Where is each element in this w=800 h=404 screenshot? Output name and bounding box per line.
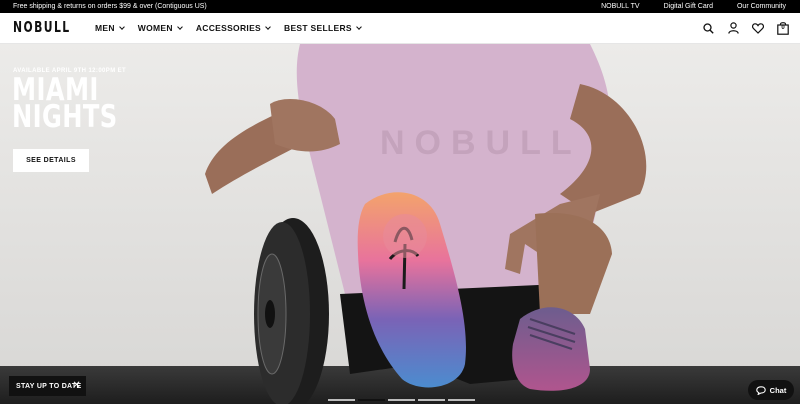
carousel-dot[interactable] (418, 399, 445, 401)
stay-up-to-date-button[interactable]: STAY UP TO DATE ✕ (9, 376, 86, 396)
carousel-dot[interactable] (388, 399, 415, 401)
header-icons: 0 (701, 20, 790, 36)
nav-women[interactable]: WOMEN (137, 23, 183, 33)
carousel-dot[interactable] (328, 399, 355, 401)
nav-accessories-label: ACCESSORIES (195, 23, 262, 33)
nav-accessories[interactable]: ACCESSORIES (195, 23, 271, 33)
nav-women-label: WOMEN (137, 23, 173, 33)
nav-best-sellers[interactable]: BEST SELLERS (284, 23, 362, 33)
chevron-down-icon (176, 23, 183, 30)
carousel-dot[interactable] (448, 399, 475, 401)
hero-title: MIAMI NIGHTS (12, 75, 118, 135)
announcement-bar: Free shipping & returns on orders $99 & … (0, 0, 800, 13)
nobull-tv-link[interactable]: NOBULL TV (601, 3, 640, 10)
chevron-down-icon (118, 23, 125, 30)
search-icon[interactable] (701, 20, 715, 36)
account-icon[interactable] (726, 20, 740, 36)
main-nav: MEN WOMEN ACCESSORIES BEST SELLERS (95, 23, 362, 33)
chat-button[interactable]: Chat (748, 380, 794, 400)
community-link[interactable]: Our Community (737, 3, 786, 10)
utility-links: NOBULL TV Digital Gift Card Our Communit… (577, 3, 786, 10)
close-icon[interactable]: ✕ (72, 380, 81, 391)
chevron-down-icon (356, 23, 362, 30)
nobull-logo[interactable]: NOBULL (13, 18, 71, 36)
see-details-button[interactable]: SEE DETAILS (13, 149, 89, 172)
chevron-down-icon (265, 23, 271, 30)
heart-icon[interactable] (751, 20, 765, 36)
bag-count: 0 (781, 25, 785, 31)
svg-text:NOBULL: NOBULL (380, 124, 582, 162)
site-header: NOBULL MEN WOMEN ACCESSORIES BEST SELLER… (0, 13, 800, 44)
hero-banner[interactable]: NOBULL AVAILABLE APRIL 9TH 12:00PM ET MI… (0, 44, 800, 404)
carousel-indicators (328, 399, 475, 401)
hero-image: NOBULL (0, 44, 800, 404)
bag-icon[interactable]: 0 (776, 20, 790, 36)
nav-best-sellers-label: BEST SELLERS (284, 23, 352, 33)
gift-card-link[interactable]: Digital Gift Card (664, 3, 713, 10)
nav-men-label: MEN (95, 23, 115, 33)
shipping-message: Free shipping & returns on orders $99 & … (13, 3, 207, 10)
carousel-dot-active[interactable] (358, 399, 385, 401)
chat-label: Chat (769, 385, 787, 395)
nav-men[interactable]: MEN (95, 23, 125, 33)
chat-bubble-icon (755, 385, 766, 395)
hero-title-line2: NIGHTS (12, 99, 118, 135)
